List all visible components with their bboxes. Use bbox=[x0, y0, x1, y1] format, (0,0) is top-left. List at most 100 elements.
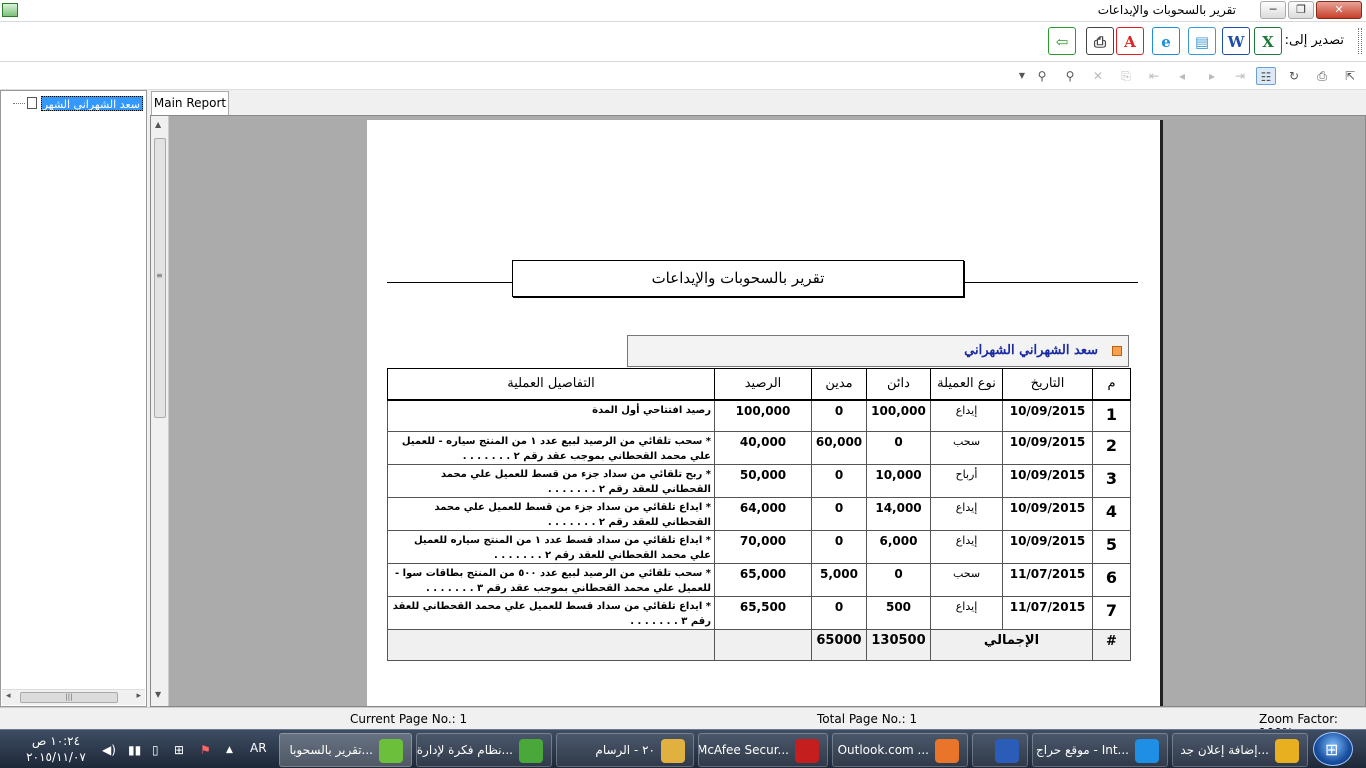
pdf-icon[interactable]: A bbox=[1116, 27, 1144, 55]
cell-type: أرباح bbox=[930, 464, 1003, 498]
cell-debit: 0 bbox=[811, 464, 867, 498]
cell-credit: 6,000 bbox=[866, 530, 931, 564]
preview-vertical-scrollbar[interactable]: ▲ ≡ ▼ bbox=[151, 116, 169, 706]
print-report-icon[interactable]: ⎙ bbox=[1312, 67, 1332, 85]
cell-date: 10/09/2015 bbox=[1002, 464, 1093, 498]
minimize-button[interactable]: ─ bbox=[1260, 1, 1286, 19]
firefox-icon bbox=[935, 739, 959, 763]
last-page-icon[interactable]: ⇥ bbox=[1230, 67, 1250, 85]
table-row: 6 11/07/2015 سحب 0 5,000 65,000 * سحب تلقائي م… bbox=[387, 563, 1131, 597]
cell-details: * ايداع تلقائي من سداد قسط عدد ١ من المن… bbox=[387, 530, 715, 564]
taskbar-item-label: موقع حراج - Int... bbox=[1036, 743, 1129, 757]
scroll-right-icon[interactable]: ▸ bbox=[136, 691, 141, 701]
taskbar-item[interactable]: تقرير بالسحوبا... bbox=[279, 733, 412, 767]
scroll-left-icon[interactable]: ◂ bbox=[6, 691, 11, 701]
device-icon[interactable]: ▯ bbox=[152, 743, 159, 757]
html-ie-icon[interactable]: e bbox=[1152, 27, 1180, 55]
scroll-thumb[interactable]: ≡ bbox=[154, 138, 166, 418]
cell-type: إيداع bbox=[930, 399, 1003, 432]
close-view-icon[interactable]: ✕ bbox=[1088, 67, 1108, 85]
taskbar-item[interactable] bbox=[972, 733, 1028, 767]
cell-no: 6 bbox=[1092, 563, 1131, 597]
cell-date: 10/09/2015 bbox=[1002, 431, 1093, 465]
first-page-icon[interactable]: ⇤ bbox=[1144, 67, 1164, 85]
cell-details: * سحب تلقائي من الرصيد لبيع عدد ٥٠٠ من ا… bbox=[387, 563, 715, 597]
total-debit: 65000 bbox=[811, 629, 867, 661]
image-icon[interactable]: ▤ bbox=[1188, 27, 1216, 55]
cell-details: * ايداع تلقائي من سداد جزء من قسط للعميل… bbox=[387, 497, 715, 531]
taskbar-item[interactable]: McAfee Secur... bbox=[698, 733, 828, 767]
taskbar-item[interactable]: موقع حراج - Int... bbox=[1032, 733, 1168, 767]
total-row: # الإجمالي 130500 65000 bbox=[387, 629, 1131, 661]
language-indicator[interactable]: AR bbox=[250, 741, 267, 755]
cell-balance: 70,000 bbox=[714, 530, 812, 564]
cell-no: 2 bbox=[1092, 431, 1131, 465]
tab-main-report[interactable]: Main Report bbox=[151, 91, 229, 115]
total-page-status: Total Page No.: 1 bbox=[817, 712, 918, 726]
group-marker-icon bbox=[1112, 346, 1122, 356]
cell-type: إيداع bbox=[930, 530, 1003, 564]
toolbar-grip[interactable] bbox=[1358, 28, 1362, 54]
volume-icon[interactable]: ◀) bbox=[102, 743, 116, 757]
cell-credit: 0 bbox=[866, 563, 931, 597]
excel-icon[interactable]: X bbox=[1254, 27, 1282, 55]
zoom-dropdown-icon[interactable]: ▼ bbox=[1016, 67, 1028, 85]
find-icon[interactable]: ⚲ bbox=[1032, 67, 1052, 85]
next-page-icon[interactable]: ▸ bbox=[1202, 67, 1222, 85]
print-icon[interactable]: ⎙ bbox=[1086, 27, 1114, 55]
scroll-thumb[interactable]: ||| bbox=[20, 692, 118, 703]
cell-no: 4 bbox=[1092, 497, 1131, 531]
table-row: 3 10/09/2015 أرباح 10,000 0 50,000 * ربح تلقائ… bbox=[387, 464, 1131, 498]
cell-no: 1 bbox=[1092, 399, 1131, 432]
title-rule-right bbox=[964, 282, 1138, 283]
export-report-icon[interactable]: ⇱ bbox=[1340, 67, 1360, 85]
group-tree-toggle-icon[interactable]: ☷ bbox=[1256, 67, 1276, 85]
report-title: تقرير بالسحوبات والإيداعات bbox=[512, 260, 964, 297]
header-type: نوع العميلة bbox=[930, 368, 1003, 401]
window-title: تقرير بالسحوبات والإيداعات bbox=[1097, 3, 1236, 17]
action-center-icon[interactable]: ⚑ bbox=[200, 743, 211, 757]
exit-icon[interactable]: ⇦ bbox=[1048, 27, 1076, 55]
refresh-icon[interactable]: ↻ bbox=[1284, 67, 1304, 85]
network-icon[interactable]: ▮▮ bbox=[128, 743, 141, 757]
cell-no: 7 bbox=[1092, 596, 1131, 630]
word-icon[interactable]: W bbox=[1222, 27, 1250, 55]
taskbar-item[interactable]: إضافة إعلان جد... bbox=[1172, 733, 1308, 767]
search-text-icon[interactable]: ⚲ bbox=[1060, 67, 1080, 85]
cell-balance: 40,000 bbox=[714, 431, 812, 465]
scroll-up-icon[interactable]: ▲ bbox=[155, 120, 161, 129]
clock-time: ١٠:٢٤ ص bbox=[31, 734, 81, 748]
cell-details: * ايداع تلقائي من سداد قسط للعميل علي مح… bbox=[387, 596, 715, 630]
cell-credit: 14,000 bbox=[866, 497, 931, 531]
close-button[interactable]: ✕ bbox=[1316, 1, 1362, 19]
taskbar-item[interactable]: نظام فكرة لإدارة... bbox=[416, 733, 552, 767]
start-button[interactable]: ⊞ bbox=[1313, 732, 1353, 766]
tree-horizontal-scrollbar[interactable]: ◂ ||| ▸ bbox=[2, 689, 145, 705]
cell-credit: 10,000 bbox=[866, 464, 931, 498]
taskbar: ١٠:٢٤ ص ٢٠١٥/١١/٠٧ ◀) ▮▮ ▯ ⊞ ⚑ ▲ AR تقري… bbox=[0, 729, 1366, 768]
title-rule-left bbox=[387, 282, 512, 283]
report-preview: ▲ ≡ ▼ تقرير بالسحوبات والإيداعات سعد الش… bbox=[150, 115, 1366, 707]
taskbar-item[interactable]: ٢٠ - الرسام bbox=[556, 733, 694, 767]
cell-no: 5 bbox=[1092, 530, 1131, 564]
scroll-down-icon[interactable]: ▼ bbox=[155, 690, 161, 699]
cell-no: 3 bbox=[1092, 464, 1131, 498]
goto-page-icon[interactable]: ⎘ bbox=[1116, 67, 1136, 85]
tree-node[interactable]: سعد الشهراني الشهراني bbox=[13, 95, 143, 111]
previous-page-icon[interactable]: ◂ bbox=[1172, 67, 1192, 85]
taskbar-item-label: ٢٠ - الرسام bbox=[595, 743, 655, 757]
tree-node-label[interactable]: سعد الشهراني الشهراني bbox=[41, 95, 143, 111]
current-page-status: Current Page No.: 1 bbox=[350, 712, 468, 726]
taskbar-item[interactable]: Outlook.com ... bbox=[832, 733, 968, 767]
restore-button[interactable]: ❐ bbox=[1288, 1, 1314, 19]
taskbar-item-label: McAfee Secur... bbox=[698, 743, 789, 757]
report-icon bbox=[379, 739, 403, 763]
show-hidden-icons[interactable]: ▲ bbox=[226, 745, 233, 755]
taskbar-item-label: Outlook.com ... bbox=[837, 743, 929, 757]
document-icon bbox=[27, 97, 37, 109]
cell-debit: 0 bbox=[811, 596, 867, 630]
windows-flag-icon[interactable]: ⊞ bbox=[174, 743, 184, 757]
clock[interactable]: ١٠:٢٤ ص ٢٠١٥/١١/٠٧ bbox=[24, 733, 88, 765]
header-no: م bbox=[1092, 368, 1131, 401]
word-icon bbox=[995, 739, 1019, 763]
